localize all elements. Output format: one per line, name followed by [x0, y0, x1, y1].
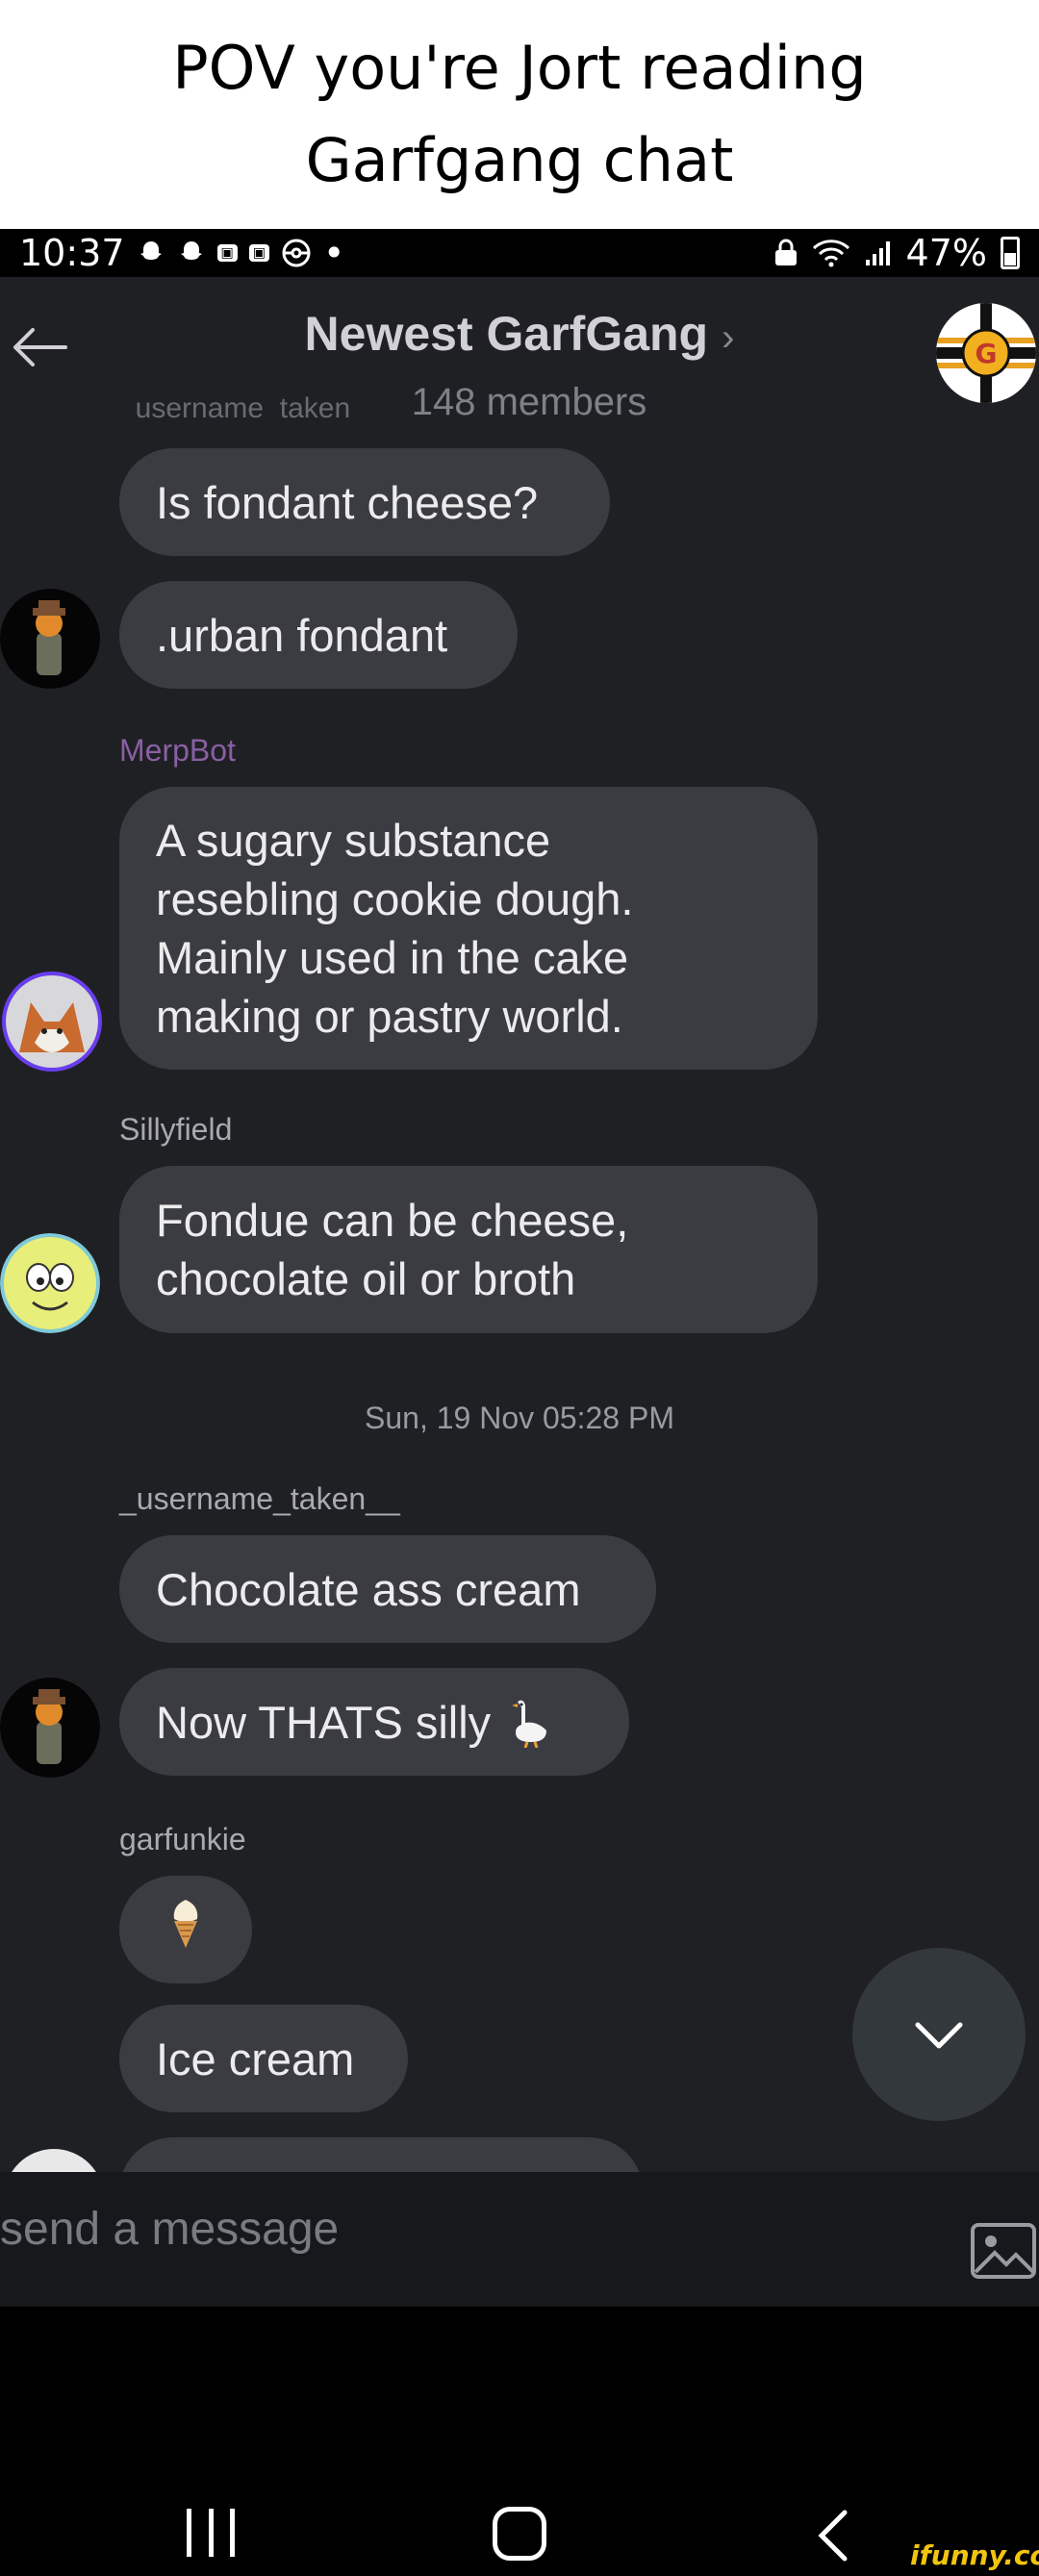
- signal-icon: [864, 239, 893, 267]
- message-text: Is fondant cheese?: [156, 476, 539, 528]
- caption-line-1: POV you're Jort reading: [172, 33, 867, 103]
- message-text: Chocolate ass cream: [156, 1563, 581, 1615]
- avatar[interactable]: [0, 1678, 100, 1778]
- pokeball-icon: [281, 238, 312, 268]
- message-composer: send a message: [0, 2172, 1039, 2307]
- clock: 10:37: [19, 232, 125, 274]
- game-app-icon: ▣: [216, 244, 238, 262]
- clipped-username: _username_taken__: [119, 392, 383, 421]
- game-app-icon: ▣: [248, 244, 269, 262]
- message-bubble[interactable]: Is fondant cheese?: [119, 448, 610, 556]
- chat-app: Newest GarfGang › 148 members G _username…: [0, 277, 1039, 2307]
- home-button[interactable]: [493, 2507, 546, 2561]
- back-button[interactable]: [814, 2507, 852, 2564]
- goose-icon: [508, 1696, 552, 1748]
- chevron-right-icon: ›: [722, 316, 735, 359]
- username[interactable]: _username_taken__: [119, 1481, 400, 1517]
- username[interactable]: Sillyfield: [119, 1112, 232, 1148]
- message-text: Now THATS silly: [156, 1696, 492, 1748]
- notification-dot-icon: •: [322, 232, 345, 274]
- message-bubble[interactable]: A sugary substance resebling cookie doug…: [119, 787, 818, 1070]
- status-bar: 10:37 ▣ ▣ • 47%: [0, 229, 1039, 277]
- snapchat-icon: [177, 239, 206, 267]
- message-bubble[interactable]: Now THATS silly: [119, 1668, 629, 1776]
- recents-button[interactable]: [187, 2509, 235, 2557]
- ifunny-watermark: ifunny.co: [910, 2539, 1039, 2571]
- message-line: chocolate oil or broth: [156, 1253, 576, 1304]
- date-separator: Sun, 19 Nov 05:28 PM: [365, 1401, 674, 1435]
- snapchat-icon: [137, 239, 165, 267]
- message-bubble[interactable]: Fondue can be cheese, chocolate oil or b…: [119, 1166, 818, 1333]
- system-navigation-bar: [0, 2307, 1039, 2576]
- ice-cream-icon: [166, 1896, 205, 1963]
- message-line: resebling cookie dough.: [156, 873, 634, 924]
- message-text: Ice cream: [156, 2033, 355, 2084]
- scroll-to-bottom-button[interactable]: [852, 1948, 1026, 2121]
- lock-icon: [773, 239, 798, 267]
- meme-caption: POV you're Jort reading Garfgang chat: [0, 0, 1039, 229]
- battery-icon: [1001, 237, 1020, 269]
- battery-percent: 47%: [905, 232, 987, 274]
- message-text: .urban fondant: [156, 609, 448, 661]
- caption-line-2: Garfgang chat: [305, 125, 734, 195]
- message-line: making or pastry world.: [156, 991, 623, 1042]
- avatar[interactable]: [0, 1233, 100, 1333]
- message-bubble[interactable]: .urban fondant: [119, 581, 518, 689]
- avatar[interactable]: [0, 589, 100, 689]
- username[interactable]: garfunkie: [119, 1822, 246, 1857]
- message-line: A sugary substance: [156, 815, 551, 866]
- chevron-down-icon: [915, 2022, 963, 2049]
- chat-title-text: Newest GarfGang: [304, 307, 709, 361]
- group-avatar[interactable]: G: [936, 303, 1036, 403]
- wifi-icon: [812, 239, 850, 267]
- message-bubble[interactable]: [119, 1876, 252, 1983]
- svg-text:G: G: [976, 338, 998, 369]
- message-line: Fondue can be cheese,: [156, 1195, 629, 1246]
- username[interactable]: MerpBot: [119, 733, 236, 769]
- message-line: Mainly used in the cake: [156, 932, 629, 983]
- message-bubble[interactable]: Ice cream: [119, 2005, 408, 2112]
- avatar[interactable]: [2, 972, 102, 1072]
- chat-title[interactable]: Newest GarfGang ›: [0, 306, 1039, 362]
- message-input[interactable]: send a message: [0, 2203, 339, 2256]
- image-upload-icon[interactable]: [970, 2222, 1037, 2280]
- message-bubble[interactable]: Chocolate ass cream: [119, 1535, 656, 1643]
